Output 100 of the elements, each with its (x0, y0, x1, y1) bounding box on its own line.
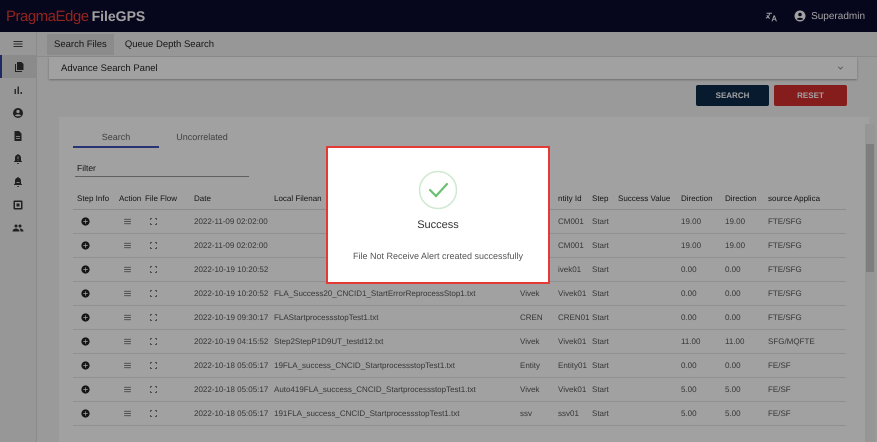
table-cell: Vivek (520, 337, 540, 346)
scrollbar[interactable] (865, 124, 875, 442)
table-cell: 11.00 (725, 337, 744, 346)
column-header: Step (592, 194, 608, 202)
expand-icon[interactable] (149, 337, 158, 346)
expand-icon[interactable] (149, 361, 158, 370)
table-cell: Start (592, 265, 609, 274)
expand-icon[interactable] (149, 217, 158, 226)
result-tab[interactable]: Search (73, 127, 159, 148)
nav-tab[interactable]: Queue Depth Search (118, 34, 222, 54)
table-cell: CREN01 (558, 313, 590, 322)
advance-search-panel[interactable]: Advance Search Panel (49, 57, 857, 79)
table-cell: Start (592, 241, 609, 250)
table-cell: 5.00 (681, 385, 697, 394)
table-cell: FE/SF (768, 409, 791, 418)
bell-alert-icon[interactable] (12, 152, 24, 164)
account-icon[interactable] (12, 106, 24, 118)
menu-icon[interactable] (123, 409, 132, 418)
expand-icon[interactable] (149, 313, 158, 322)
menu-icon[interactable] (123, 385, 132, 394)
filter-field[interactable]: Filter (75, 160, 249, 177)
column-header: Action (119, 194, 142, 202)
table-cell: CREN (520, 313, 543, 322)
table-cell: Vivek01 (558, 337, 586, 346)
add-circle-icon[interactable] (81, 217, 90, 226)
table-cell: FLA_Success20_CNCID1_StartErrorReprocessStop1.txt (274, 289, 476, 298)
menu-icon[interactable] (123, 265, 132, 274)
user-name[interactable]: Superadmin (811, 10, 865, 22)
table-cell: SFG/MQFTE (768, 337, 815, 346)
table-cell: 0.00 (725, 361, 741, 370)
table-cell: 0.00 (725, 265, 741, 274)
table-cell: 0.00 (725, 313, 741, 322)
search-button[interactable]: SEARCH (696, 85, 769, 106)
table-cell: 2022-11-09 02:02:00 (194, 217, 268, 226)
table-cell: ssv (520, 409, 532, 418)
column-header: source Applica (768, 194, 820, 202)
table-cell: FE/SF (768, 385, 791, 394)
column-header: Direction (725, 194, 757, 202)
table-cell: Vivek (520, 289, 540, 298)
add-circle-icon[interactable] (81, 361, 90, 370)
table-cell: 0.00 (681, 313, 697, 322)
table-cell: FTE/SFG (768, 241, 802, 250)
group-icon[interactable] (12, 222, 24, 234)
dialog-title: Success (417, 219, 459, 231)
expand-icon[interactable] (149, 265, 158, 274)
table-cell: 0.00 (681, 289, 697, 298)
account-icon[interactable] (794, 10, 806, 22)
table-cell: Step2StepP1D9UT_testd12.txt (274, 337, 384, 346)
table-cell: FE/SF (768, 361, 791, 370)
table-cell: Entity01 (558, 361, 587, 370)
add-circle-icon[interactable] (81, 241, 90, 250)
table-cell: CM001 (558, 241, 584, 250)
bell-icon[interactable] (12, 176, 24, 188)
translate-icon[interactable] (765, 10, 778, 22)
column-header: ntity Id (558, 194, 582, 202)
add-circle-icon[interactable] (81, 265, 90, 274)
add-circle-icon[interactable] (81, 409, 90, 418)
table-cell: Start (592, 289, 609, 298)
menu-icon[interactable] (123, 217, 132, 226)
menu-icon[interactable] (123, 289, 132, 298)
chevron-icon[interactable] (836, 64, 845, 72)
brand-name: PragmaEdge (6, 8, 89, 24)
check-circle-icon (418, 170, 458, 210)
table-cell: Vivek01 (558, 289, 586, 298)
table-cell: FTE/SFG (768, 265, 802, 274)
box-icon[interactable] (12, 198, 24, 210)
menu-icon[interactable] (123, 337, 132, 346)
table-cell: 5.00 (725, 385, 741, 394)
document-icon[interactable] (12, 130, 24, 142)
bar-chart-icon[interactable] (12, 84, 24, 96)
expand-icon[interactable] (149, 409, 158, 418)
table-cell: 2022-10-18 05:05:17 (194, 385, 268, 394)
table-cell: 0.00 (681, 265, 697, 274)
column-header: Success Value (618, 194, 670, 202)
table-cell: FTE/SFG (768, 289, 802, 298)
add-circle-icon[interactable] (81, 385, 90, 394)
menu-icon[interactable] (123, 241, 132, 250)
table-cell: 11.00 (681, 337, 700, 346)
menu-icon[interactable] (123, 313, 132, 322)
result-tab[interactable]: Uncorrelated (159, 127, 245, 148)
files-icon[interactable] (13, 60, 25, 72)
add-circle-icon[interactable] (81, 337, 90, 346)
expand-icon[interactable] (149, 289, 158, 298)
expand-icon[interactable] (149, 241, 158, 250)
add-circle-icon[interactable] (81, 289, 90, 298)
product-name: FileGPS (92, 8, 146, 24)
table-cell: Start (592, 217, 609, 226)
table-cell: 191FLA_success_CNCID_StartprocessstopTest1.txt (274, 409, 460, 418)
table-cell: Start (592, 409, 609, 418)
table-cell: Start (592, 337, 609, 346)
column-header: File Flow (145, 194, 178, 202)
table-cell: FTE/SFG (768, 217, 802, 226)
table-cell: FTE/SFG (768, 313, 802, 322)
nav-tab[interactable]: Search Files (47, 34, 114, 54)
reset-button[interactable]: RESET (774, 85, 847, 106)
table-cell: Start (592, 361, 609, 370)
expand-icon[interactable] (149, 385, 158, 394)
table-cell: 0.00 (725, 289, 741, 298)
menu-icon[interactable] (123, 361, 132, 370)
add-circle-icon[interactable] (81, 313, 90, 322)
